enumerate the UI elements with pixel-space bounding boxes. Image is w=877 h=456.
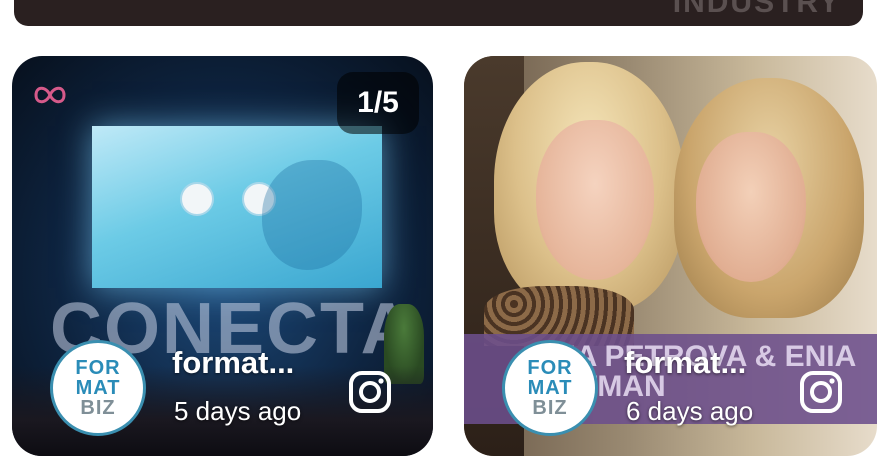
globe-graphic xyxy=(262,160,362,270)
slide-counter-badge: 1/5 xyxy=(337,72,419,134)
account-name[interactable]: format... xyxy=(172,345,294,381)
person-face xyxy=(696,132,806,282)
avatar-text: FOR xyxy=(75,357,121,379)
presentation-screen xyxy=(92,126,382,288)
post-time: 6 days ago xyxy=(626,396,754,426)
person-face xyxy=(536,120,654,280)
account-avatar[interactable]: FOR MAT BIZ xyxy=(50,340,146,436)
avatar-text: MAT xyxy=(75,377,121,399)
top-banner[interactable]: INDUSTRY xyxy=(14,0,863,26)
post-time: 5 days ago xyxy=(174,396,302,426)
top-banner-text: INDUSTRY xyxy=(672,0,841,19)
account-name[interactable]: format... xyxy=(624,345,746,381)
speaker-photo xyxy=(180,182,214,216)
avatar-text: BIZ xyxy=(80,397,116,419)
avatar-text: MAT xyxy=(527,377,573,399)
avatar-text: BIZ xyxy=(532,397,568,419)
instagram-icon[interactable] xyxy=(348,370,392,414)
instagram-icon[interactable] xyxy=(799,370,843,414)
account-avatar[interactable]: FOR MAT BIZ xyxy=(502,340,598,436)
brand-logo-icon xyxy=(34,86,66,104)
avatar-text: FOR xyxy=(527,357,573,379)
